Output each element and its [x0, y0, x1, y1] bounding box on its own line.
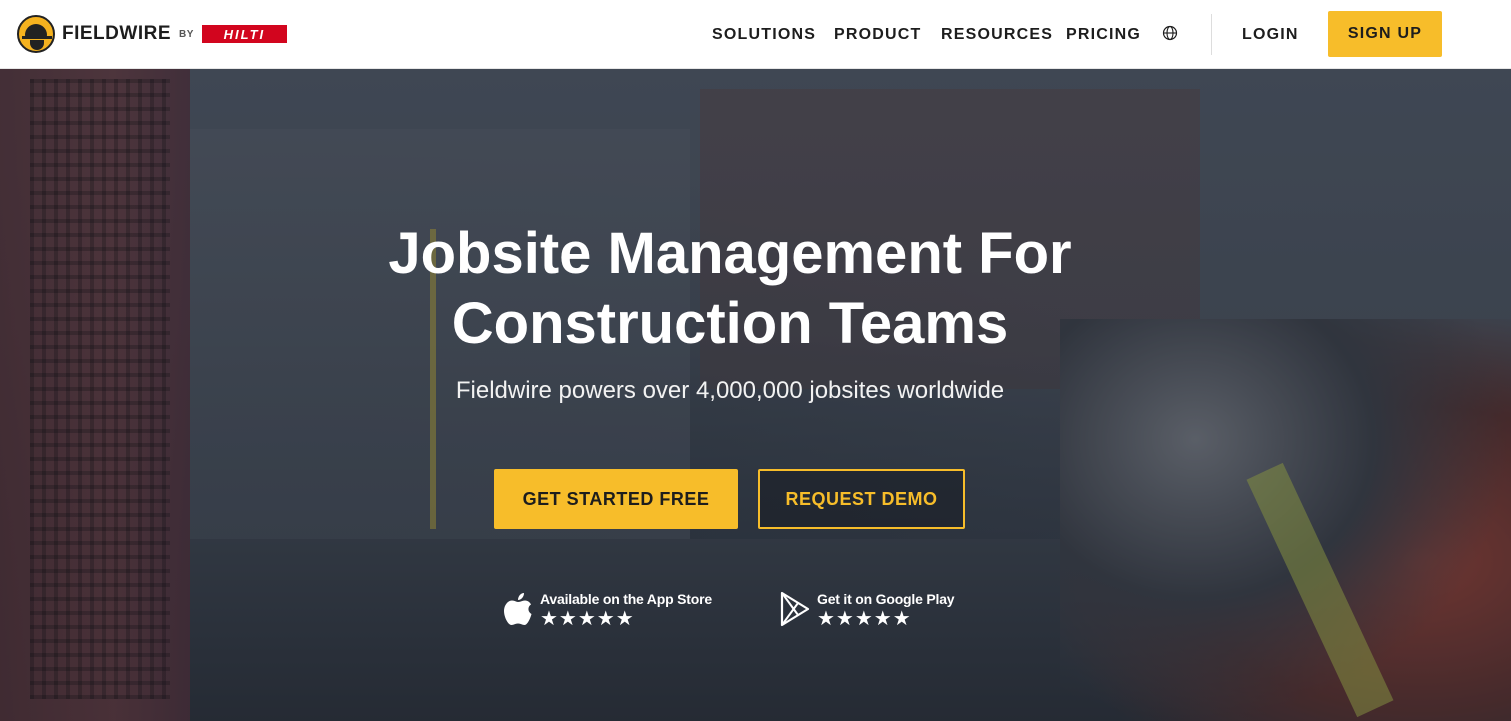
apple-icon [504, 593, 532, 625]
header-divider [1211, 14, 1212, 55]
google-play-label: Get it on Google Play [817, 591, 955, 607]
logo-by-text: BY [179, 28, 194, 40]
nav-pricing[interactable]: PRICING [1066, 26, 1141, 44]
google-play-rating: ★★★★★ [817, 608, 912, 630]
google-play-icon [780, 591, 810, 627]
hero-title-line-1: Jobsite Management For [388, 221, 1072, 286]
hero-subtitle: Fieldwire powers over 4,000,000 jobsites… [455, 377, 1005, 404]
fieldwire-logo[interactable]: FIELDWIRE BY HILTI [17, 15, 287, 53]
get-started-free-button[interactable]: GET STARTED FREE [494, 469, 738, 529]
site-header: FIELDWIRE BY HILTI SOLUTIONS PRODUCT RES… [0, 0, 1511, 69]
nav-resources[interactable]: RESOURCES [941, 26, 1053, 44]
nav-solutions[interactable]: SOLUTIONS [712, 26, 816, 44]
hero-title-line-2: Construction Teams [451, 291, 1009, 356]
app-store-label: Available on the App Store [540, 591, 712, 607]
globe-icon[interactable] [1162, 25, 1178, 41]
nav-product[interactable]: PRODUCT [834, 26, 922, 44]
app-store-badge[interactable]: Available on the App Store ★★★★★ [502, 591, 712, 629]
login-link[interactable]: LOGIN [1242, 26, 1299, 44]
fieldwire-helmet-icon [17, 15, 55, 53]
hero-title: Jobsite Management For Construction Team… [0, 219, 1460, 359]
sign-up-button[interactable]: SIGN UP [1328, 11, 1442, 57]
logo-wordmark: FIELDWIRE [62, 23, 171, 44]
hilti-logo: HILTI [201, 25, 287, 43]
app-store-rating: ★★★★★ [540, 608, 635, 630]
google-play-badge[interactable]: Get it on Google Play ★★★★★ [779, 591, 955, 630]
request-demo-button[interactable]: REQUEST DEMO [758, 469, 965, 529]
hero-section: Jobsite Management For Construction Team… [0, 69, 1511, 721]
